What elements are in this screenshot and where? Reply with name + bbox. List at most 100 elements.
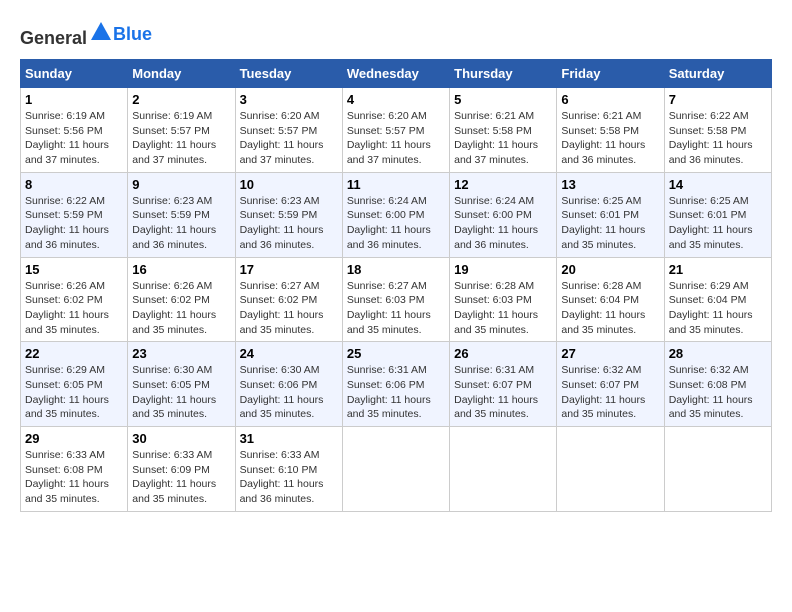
day-info: Sunrise: 6:23 AMSunset: 5:59 PMDaylight:…: [132, 194, 230, 253]
day-number: 15: [25, 262, 123, 277]
day-number: 29: [25, 431, 123, 446]
day-number: 16: [132, 262, 230, 277]
day-number: 11: [347, 177, 445, 192]
week-row-4: 22 Sunrise: 6:29 AMSunset: 6:05 PMDaylig…: [21, 342, 772, 427]
day-number: 25: [347, 346, 445, 361]
calendar-cell: 24 Sunrise: 6:30 AMSunset: 6:06 PMDaylig…: [235, 342, 342, 427]
day-number: 27: [561, 346, 659, 361]
day-info: Sunrise: 6:25 AMSunset: 6:01 PMDaylight:…: [669, 194, 767, 253]
calendar-cell: 3 Sunrise: 6:20 AMSunset: 5:57 PMDayligh…: [235, 88, 342, 173]
weekday-tuesday: Tuesday: [235, 60, 342, 88]
day-info: Sunrise: 6:20 AMSunset: 5:57 PMDaylight:…: [347, 109, 445, 168]
day-number: 28: [669, 346, 767, 361]
calendar-cell: 11 Sunrise: 6:24 AMSunset: 6:00 PMDaylig…: [342, 172, 449, 257]
day-number: 18: [347, 262, 445, 277]
calendar-table: SundayMondayTuesdayWednesdayThursdayFrid…: [20, 59, 772, 512]
day-info: Sunrise: 6:21 AMSunset: 5:58 PMDaylight:…: [454, 109, 552, 168]
day-info: Sunrise: 6:28 AMSunset: 6:04 PMDaylight:…: [561, 279, 659, 338]
calendar-cell: 21 Sunrise: 6:29 AMSunset: 6:04 PMDaylig…: [664, 257, 771, 342]
day-number: 21: [669, 262, 767, 277]
weekday-thursday: Thursday: [450, 60, 557, 88]
calendar-cell: 7 Sunrise: 6:22 AMSunset: 5:58 PMDayligh…: [664, 88, 771, 173]
day-number: 26: [454, 346, 552, 361]
day-number: 4: [347, 92, 445, 107]
day-info: Sunrise: 6:21 AMSunset: 5:58 PMDaylight:…: [561, 109, 659, 168]
day-number: 14: [669, 177, 767, 192]
day-info: Sunrise: 6:23 AMSunset: 5:59 PMDaylight:…: [240, 194, 338, 253]
day-info: Sunrise: 6:33 AMSunset: 6:08 PMDaylight:…: [25, 448, 123, 507]
calendar-cell: 17 Sunrise: 6:27 AMSunset: 6:02 PMDaylig…: [235, 257, 342, 342]
week-row-3: 15 Sunrise: 6:26 AMSunset: 6:02 PMDaylig…: [21, 257, 772, 342]
day-info: Sunrise: 6:31 AMSunset: 6:06 PMDaylight:…: [347, 363, 445, 422]
day-info: Sunrise: 6:30 AMSunset: 6:06 PMDaylight:…: [240, 363, 338, 422]
day-number: 19: [454, 262, 552, 277]
day-number: 22: [25, 346, 123, 361]
calendar-cell: 9 Sunrise: 6:23 AMSunset: 5:59 PMDayligh…: [128, 172, 235, 257]
day-info: Sunrise: 6:26 AMSunset: 6:02 PMDaylight:…: [132, 279, 230, 338]
day-number: 5: [454, 92, 552, 107]
day-number: 31: [240, 431, 338, 446]
day-number: 8: [25, 177, 123, 192]
weekday-monday: Monday: [128, 60, 235, 88]
day-info: Sunrise: 6:27 AMSunset: 6:02 PMDaylight:…: [240, 279, 338, 338]
day-info: Sunrise: 6:32 AMSunset: 6:07 PMDaylight:…: [561, 363, 659, 422]
day-info: Sunrise: 6:27 AMSunset: 6:03 PMDaylight:…: [347, 279, 445, 338]
day-number: 30: [132, 431, 230, 446]
day-number: 12: [454, 177, 552, 192]
calendar-cell: 27 Sunrise: 6:32 AMSunset: 6:07 PMDaylig…: [557, 342, 664, 427]
calendar-cell: [450, 427, 557, 512]
week-row-5: 29 Sunrise: 6:33 AMSunset: 6:08 PMDaylig…: [21, 427, 772, 512]
day-info: Sunrise: 6:24 AMSunset: 6:00 PMDaylight:…: [347, 194, 445, 253]
calendar-cell: 4 Sunrise: 6:20 AMSunset: 5:57 PMDayligh…: [342, 88, 449, 173]
calendar-cell: 20 Sunrise: 6:28 AMSunset: 6:04 PMDaylig…: [557, 257, 664, 342]
day-number: 17: [240, 262, 338, 277]
calendar-cell: [664, 427, 771, 512]
calendar-cell: 19 Sunrise: 6:28 AMSunset: 6:03 PMDaylig…: [450, 257, 557, 342]
calendar-cell: 16 Sunrise: 6:26 AMSunset: 6:02 PMDaylig…: [128, 257, 235, 342]
weekday-wednesday: Wednesday: [342, 60, 449, 88]
day-info: Sunrise: 6:20 AMSunset: 5:57 PMDaylight:…: [240, 109, 338, 168]
day-number: 7: [669, 92, 767, 107]
day-number: 3: [240, 92, 338, 107]
day-number: 9: [132, 177, 230, 192]
day-number: 2: [132, 92, 230, 107]
day-info: Sunrise: 6:30 AMSunset: 6:05 PMDaylight:…: [132, 363, 230, 422]
calendar-cell: 30 Sunrise: 6:33 AMSunset: 6:09 PMDaylig…: [128, 427, 235, 512]
calendar-cell: 1 Sunrise: 6:19 AMSunset: 5:56 PMDayligh…: [21, 88, 128, 173]
day-info: Sunrise: 6:26 AMSunset: 6:02 PMDaylight:…: [25, 279, 123, 338]
day-info: Sunrise: 6:22 AMSunset: 5:59 PMDaylight:…: [25, 194, 123, 253]
day-number: 1: [25, 92, 123, 107]
day-number: 10: [240, 177, 338, 192]
day-number: 6: [561, 92, 659, 107]
day-info: Sunrise: 6:19 AMSunset: 5:56 PMDaylight:…: [25, 109, 123, 168]
day-number: 13: [561, 177, 659, 192]
week-row-2: 8 Sunrise: 6:22 AMSunset: 5:59 PMDayligh…: [21, 172, 772, 257]
day-info: Sunrise: 6:33 AMSunset: 6:10 PMDaylight:…: [240, 448, 338, 507]
calendar-cell: 28 Sunrise: 6:32 AMSunset: 6:08 PMDaylig…: [664, 342, 771, 427]
calendar-cell: 10 Sunrise: 6:23 AMSunset: 5:59 PMDaylig…: [235, 172, 342, 257]
weekday-friday: Friday: [557, 60, 664, 88]
day-number: 23: [132, 346, 230, 361]
calendar-body: 1 Sunrise: 6:19 AMSunset: 5:56 PMDayligh…: [21, 88, 772, 512]
calendar-cell: 18 Sunrise: 6:27 AMSunset: 6:03 PMDaylig…: [342, 257, 449, 342]
logo: General Blue: [20, 20, 152, 49]
day-info: Sunrise: 6:28 AMSunset: 6:03 PMDaylight:…: [454, 279, 552, 338]
week-row-1: 1 Sunrise: 6:19 AMSunset: 5:56 PMDayligh…: [21, 88, 772, 173]
day-info: Sunrise: 6:19 AMSunset: 5:57 PMDaylight:…: [132, 109, 230, 168]
calendar-cell: 25 Sunrise: 6:31 AMSunset: 6:06 PMDaylig…: [342, 342, 449, 427]
day-info: Sunrise: 6:24 AMSunset: 6:00 PMDaylight:…: [454, 194, 552, 253]
weekday-header-row: SundayMondayTuesdayWednesdayThursdayFrid…: [21, 60, 772, 88]
calendar-cell: 22 Sunrise: 6:29 AMSunset: 6:05 PMDaylig…: [21, 342, 128, 427]
day-number: 24: [240, 346, 338, 361]
day-info: Sunrise: 6:33 AMSunset: 6:09 PMDaylight:…: [132, 448, 230, 507]
calendar-cell: 15 Sunrise: 6:26 AMSunset: 6:02 PMDaylig…: [21, 257, 128, 342]
calendar-cell: 29 Sunrise: 6:33 AMSunset: 6:08 PMDaylig…: [21, 427, 128, 512]
day-info: Sunrise: 6:29 AMSunset: 6:05 PMDaylight:…: [25, 363, 123, 422]
logo-icon: [89, 20, 113, 44]
weekday-saturday: Saturday: [664, 60, 771, 88]
day-info: Sunrise: 6:29 AMSunset: 6:04 PMDaylight:…: [669, 279, 767, 338]
day-info: Sunrise: 6:25 AMSunset: 6:01 PMDaylight:…: [561, 194, 659, 253]
calendar-cell: 31 Sunrise: 6:33 AMSunset: 6:10 PMDaylig…: [235, 427, 342, 512]
logo-blue: Blue: [113, 24, 152, 44]
calendar-cell: 13 Sunrise: 6:25 AMSunset: 6:01 PMDaylig…: [557, 172, 664, 257]
